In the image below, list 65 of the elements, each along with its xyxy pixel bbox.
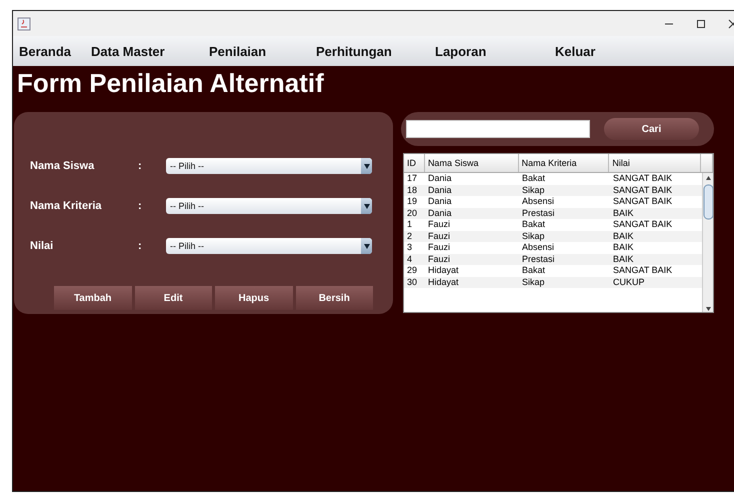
table-cell-text: BAIK: [612, 208, 635, 219]
table-cell-text: Fauzi: [427, 230, 452, 242]
table-cell-text: Fauzi: [427, 254, 452, 265]
action-button[interactable]: Hapus: [215, 286, 292, 310]
table-cell-text: SANGAT BAIK: [612, 196, 674, 208]
table-cell-text: Prestasi: [521, 254, 556, 265]
table-cell-text: Dania: [427, 184, 453, 196]
table-cell-text: BAIK: [612, 230, 635, 242]
table-cell-text: Bakat: [521, 219, 546, 230]
menu-item[interactable]: Beranda: [19, 44, 91, 58]
menu-item[interactable]: Penilaian: [209, 44, 316, 58]
table-cell-text: Sikap: [521, 184, 546, 196]
table-cell-text: Hidayat: [427, 265, 460, 276]
table-cell-text: 3: [406, 242, 414, 254]
table-cell-text: 17: [406, 173, 418, 184]
page-title: Form Penilaian Alternatif: [16, 67, 325, 100]
table-cell-text: Fauzi: [427, 219, 452, 230]
table-cell-text: Bakat: [521, 265, 546, 276]
table-cell-text: 18: [406, 184, 418, 196]
table-cell-text: 4: [406, 254, 414, 265]
dropdown[interactable]: -- Pilih --: [166, 158, 372, 174]
action-button[interactable]: Tambah: [54, 286, 132, 310]
column-header[interactable]: Nama Siswa: [424, 154, 519, 172]
table-cell-text: Dania: [427, 196, 453, 208]
table-cell-text: SANGAT BAIK: [612, 184, 674, 196]
table-cell-text: BAIK: [612, 254, 635, 265]
menu-item[interactable]: Perhitungan: [316, 44, 435, 58]
colon-text: :: [138, 200, 143, 212]
menu-item[interactable]: Keluar: [555, 44, 635, 58]
table-cell-text: Absensi: [521, 242, 556, 254]
colon-text: :: [138, 160, 143, 172]
table-cell-text: 19: [406, 196, 418, 208]
table-cell-text: Hidayat: [427, 276, 460, 288]
table-cell-text: Dania: [427, 208, 453, 219]
search-button[interactable]: Cari: [604, 118, 699, 140]
table-cell-text: Dania: [427, 173, 453, 184]
table-cell-text: Absensi: [521, 196, 556, 208]
action-button[interactable]: Edit: [134, 286, 212, 310]
table-cell-text: BAIK: [612, 242, 635, 254]
column-header[interactable]: ID: [404, 154, 425, 172]
table-cell-text: 1: [406, 219, 414, 230]
table-cell-text: Prestasi: [521, 208, 556, 219]
menu-item[interactable]: Data Master: [91, 44, 209, 58]
menu-item[interactable]: Laporan: [435, 44, 555, 58]
table-cell-text: Fauzi: [427, 242, 452, 254]
field-label: Nilai: [30, 240, 54, 252]
table-cell-text: 20: [406, 208, 418, 219]
column-header[interactable]: Nama Kriteria: [518, 154, 610, 172]
table-cell-text: 30: [406, 276, 418, 288]
table-cell-text: CUKUP: [612, 276, 646, 288]
table-cell-text: Sikap: [521, 276, 546, 288]
table-cell-text: Bakat: [521, 173, 546, 184]
dropdown[interactable]: -- Pilih --: [166, 198, 372, 214]
column-header[interactable]: Nilai: [609, 154, 702, 172]
table-cell-text: 2: [406, 230, 414, 242]
field-label: Nama Siswa: [30, 160, 96, 172]
action-button[interactable]: Bersih: [296, 286, 373, 310]
table-cell-text: Sikap: [521, 230, 546, 242]
table-cell-text: SANGAT BAIK: [612, 265, 674, 276]
table-cell-text: SANGAT BAIK: [612, 219, 674, 230]
field-label: Nama Kriteria: [30, 200, 103, 212]
colon-text: :: [138, 240, 143, 252]
dropdown[interactable]: -- Pilih --: [166, 238, 372, 254]
table-cell-text: 29: [406, 265, 418, 276]
table-cell-text: SANGAT BAIK: [612, 173, 674, 184]
